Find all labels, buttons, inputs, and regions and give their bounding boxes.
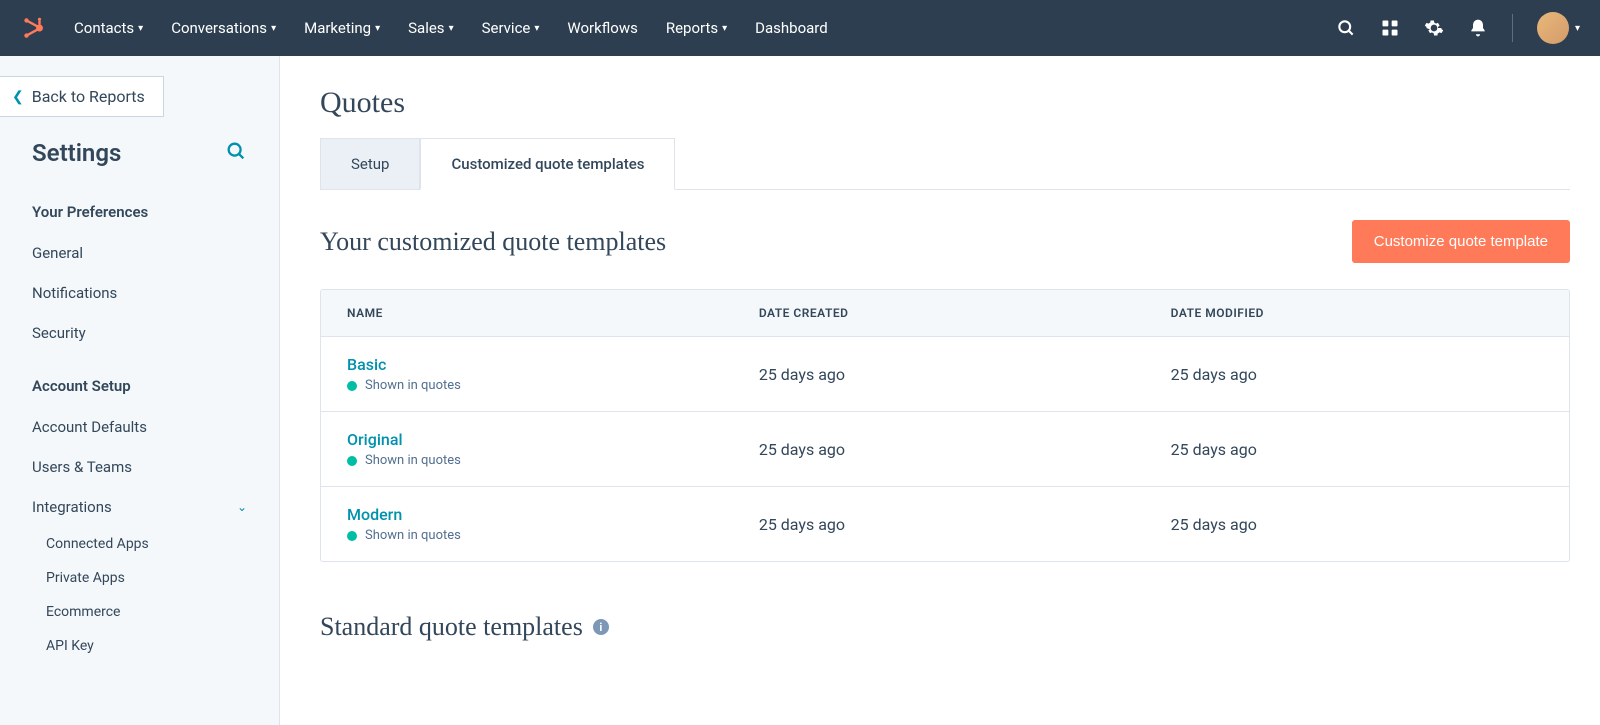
status-dot-icon	[347, 381, 357, 391]
nav-conversations[interactable]: Conversations ▾	[171, 19, 276, 37]
date-modified: 25 days ago	[1145, 422, 1569, 477]
sidebar-subitem-ecommerce[interactable]: Ecommerce	[0, 595, 279, 629]
tab-setup[interactable]: Setup	[320, 138, 420, 189]
table-row[interactable]: Original Shown in quotes 25 days ago 25 …	[321, 412, 1569, 487]
chevron-left-icon: ❮	[12, 89, 24, 105]
template-name-link[interactable]: Modern	[347, 505, 707, 524]
date-created: 25 days ago	[733, 497, 1145, 552]
date-created: 25 days ago	[733, 422, 1145, 477]
col-header-date-created[interactable]: DATE CREATED	[733, 290, 1145, 336]
chevron-down-icon: ▾	[1575, 23, 1580, 34]
tabs: Setup Customized quote templates	[320, 138, 1570, 190]
table-header: NAME DATE CREATED DATE MODIFIED	[321, 290, 1569, 337]
settings-title: Settings	[32, 139, 121, 167]
sidebar-subitem-connected-apps[interactable]: Connected Apps	[0, 527, 279, 561]
nav-contacts[interactable]: Contacts ▾	[74, 19, 143, 37]
settings-search-icon[interactable]	[225, 140, 247, 166]
date-modified: 25 days ago	[1145, 347, 1569, 402]
sidebar-subitem-private-apps[interactable]: Private Apps	[0, 561, 279, 595]
date-modified: 25 days ago	[1145, 497, 1569, 552]
template-name-link[interactable]: Original	[347, 430, 707, 449]
page-title: Quotes	[320, 86, 1570, 120]
chevron-down-icon: ▾	[534, 23, 539, 34]
bell-icon[interactable]	[1468, 18, 1488, 38]
section-title-custom-templates: Your customized quote templates	[320, 227, 666, 257]
chevron-down-icon: ⌄	[237, 500, 247, 514]
nav-label: Sales	[408, 19, 444, 37]
sidebar-item-label: Account Defaults	[32, 418, 147, 436]
sidebar-item-label: Integrations	[32, 498, 112, 516]
nav-label: Conversations	[171, 19, 267, 37]
account-menu[interactable]: ▾	[1537, 12, 1580, 44]
nav-service[interactable]: Service▾	[482, 19, 540, 37]
info-icon[interactable]: i	[593, 619, 609, 635]
sidebar-item-label: Notifications	[32, 284, 117, 302]
hubspot-logo-icon[interactable]	[20, 15, 46, 41]
divider	[1512, 14, 1513, 42]
nav-dashboard[interactable]: Dashboard	[755, 19, 828, 37]
section-title-standard-templates: Standard quote templates	[320, 612, 583, 642]
nav-label: Workflows	[567, 19, 637, 37]
status-text: Shown in quotes	[365, 453, 461, 468]
nav-label: Reports	[666, 19, 718, 37]
sidebar-item-integrations[interactable]: Integrations ⌄	[0, 487, 279, 527]
nav-sales[interactable]: Sales ▾	[408, 19, 453, 37]
status-dot-icon	[347, 531, 357, 541]
sidebar: ❮ Back to Reports Settings Your Preferen…	[0, 56, 280, 725]
chevron-down-icon: ▾	[375, 23, 380, 34]
top-nav: Contacts ▾ Conversations ▾ Marketing ▾ Sale…	[0, 0, 1600, 56]
nav-label: Marketing	[304, 19, 371, 37]
top-nav-right: ▾	[1336, 12, 1580, 44]
templates-table: NAME DATE CREATED DATE MODIFIED Basic Sh…	[320, 289, 1570, 562]
sidebar-item-label: Users & Teams	[32, 458, 132, 476]
customize-quote-template-button[interactable]: Customize quote template	[1352, 220, 1570, 263]
sidebar-item-security[interactable]: Security	[0, 313, 279, 353]
status-text: Shown in quotes	[365, 378, 461, 393]
nav-workflows[interactable]: Workflows	[567, 19, 637, 37]
date-created: 25 days ago	[733, 347, 1145, 402]
sidebar-item-notifications[interactable]: Notifications	[0, 273, 279, 313]
avatar	[1537, 12, 1569, 44]
nav-label: Service	[482, 19, 531, 37]
nav-label: Dashboard	[755, 19, 828, 37]
table-row[interactable]: Modern Shown in quotes 25 days ago 25 da…	[321, 487, 1569, 561]
gear-icon[interactable]	[1424, 18, 1444, 38]
tab-customized-quote-templates[interactable]: Customized quote templates	[420, 138, 675, 190]
back-label: Back to Reports	[32, 87, 145, 106]
sidebar-item-label: General	[32, 244, 83, 262]
col-header-name[interactable]: NAME	[321, 290, 733, 336]
status-dot-icon	[347, 456, 357, 466]
col-header-date-modified[interactable]: DATE MODIFIED	[1145, 290, 1569, 336]
sidebar-item-account-defaults[interactable]: Account Defaults	[0, 407, 279, 447]
chevron-down-icon: ▾	[271, 23, 276, 34]
top-nav-left: Contacts ▾ Conversations ▾ Marketing ▾ Sale…	[20, 15, 828, 41]
sidebar-section-account-setup: Account Setup	[0, 365, 279, 407]
sidebar-item-label: Security	[32, 324, 86, 342]
sidebar-item-general[interactable]: General	[0, 233, 279, 273]
sidebar-item-users-teams[interactable]: Users & Teams	[0, 447, 279, 487]
table-row[interactable]: Basic Shown in quotes 25 days ago 25 day…	[321, 337, 1569, 412]
nav-reports[interactable]: Reports ▾	[666, 19, 727, 37]
template-name-link[interactable]: Basic	[347, 355, 707, 374]
search-icon[interactable]	[1336, 18, 1356, 38]
main-content: Quotes Setup Customized quote templates …	[280, 56, 1600, 725]
status-text: Shown in quotes	[365, 528, 461, 543]
chevron-down-icon: ▾	[449, 23, 454, 34]
nav-label: Contacts	[74, 19, 134, 37]
chevron-down-icon: ▾	[722, 23, 727, 34]
nav-marketing[interactable]: Marketing ▾	[304, 19, 380, 37]
back-to-reports-button[interactable]: ❮ Back to Reports	[0, 76, 164, 117]
marketplace-icon[interactable]	[1380, 18, 1400, 38]
sidebar-section-your-preferences: Your Preferences	[0, 191, 279, 233]
sidebar-subitem-api-key[interactable]: API Key	[0, 629, 279, 663]
chevron-down-icon: ▾	[138, 23, 143, 34]
